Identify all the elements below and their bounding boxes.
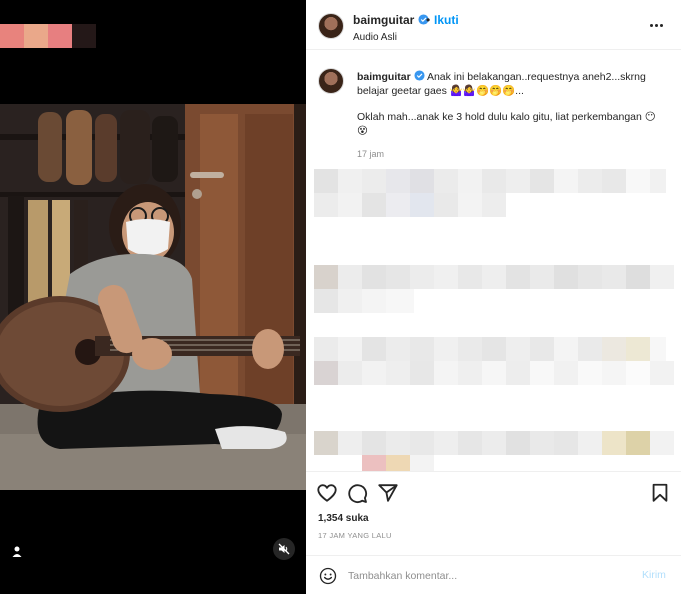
user-tag-icon[interactable] bbox=[9, 544, 25, 560]
more-horizontal-icon[interactable] bbox=[650, 22, 664, 28]
censored-comment bbox=[362, 455, 434, 471]
post-panel: baimguitar • Ikuti Audio Asli baimguitar… bbox=[306, 0, 681, 594]
speaker-muted-icon[interactable] bbox=[273, 538, 295, 560]
comments-section: baimguitar Anak ini belakangan..requestn… bbox=[306, 51, 681, 471]
separator-dot: • bbox=[426, 13, 431, 27]
bookmark-icon[interactable] bbox=[649, 482, 671, 504]
post-header: baimguitar • Ikuti Audio Asli bbox=[306, 0, 681, 50]
heart-icon[interactable] bbox=[316, 482, 338, 504]
username-text[interactable]: baimguitar bbox=[353, 13, 414, 27]
censored-comment bbox=[314, 431, 674, 455]
post-timestamp[interactable]: 17 JAM YANG LALU bbox=[318, 531, 392, 540]
emoji-icon[interactable] bbox=[319, 567, 337, 585]
comment-icon[interactable] bbox=[346, 482, 368, 504]
censored-comment bbox=[314, 193, 514, 217]
caption: baimguitar Anak ini belakangan..requestn… bbox=[357, 70, 657, 98]
paper-plane-icon[interactable] bbox=[377, 482, 399, 504]
caption-avatar[interactable] bbox=[318, 68, 344, 94]
reel-video[interactable] bbox=[0, 104, 306, 490]
caption-time: 17 jam bbox=[357, 149, 385, 159]
follow-button[interactable]: Ikuti bbox=[434, 13, 459, 27]
caption-continued: Oklah mah...anak ke 3 hold dulu kalo git… bbox=[357, 111, 656, 137]
avatar[interactable] bbox=[318, 13, 344, 39]
censored-comment bbox=[314, 265, 674, 289]
censored-comment bbox=[314, 337, 666, 361]
verified-badge-icon bbox=[414, 70, 425, 81]
caption-username[interactable]: baimguitar bbox=[357, 71, 411, 83]
post-actions: 1,354 suka 17 JAM YANG LALU Kirim bbox=[306, 471, 681, 594]
censored-comment bbox=[314, 289, 414, 313]
censored-comment bbox=[314, 361, 674, 385]
header-username[interactable]: baimguitar bbox=[353, 13, 429, 27]
audio-link[interactable]: Audio Asli bbox=[353, 32, 397, 43]
like-count[interactable]: 1,354 suka bbox=[318, 513, 369, 524]
media-pane bbox=[0, 0, 306, 594]
add-comment-bar: Kirim bbox=[306, 555, 681, 594]
censored-username-overlay bbox=[0, 24, 96, 48]
censored-comment bbox=[314, 169, 666, 193]
send-comment-button[interactable]: Kirim bbox=[642, 569, 666, 581]
comment-input[interactable] bbox=[348, 567, 628, 585]
